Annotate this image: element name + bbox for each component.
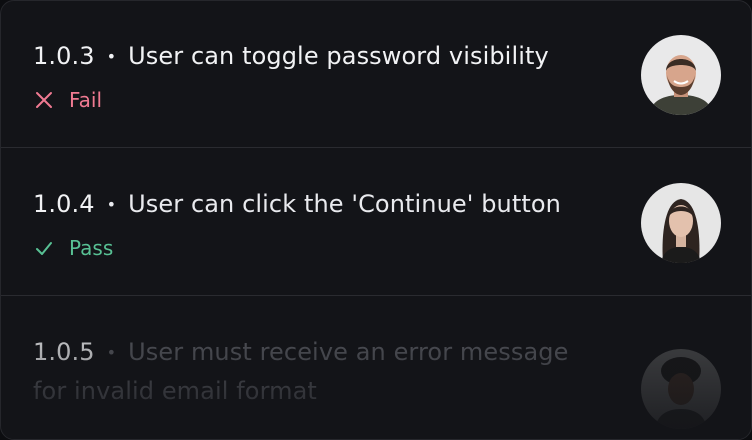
status-label: Fail	[69, 88, 103, 112]
test-name: User can click the 'Continue' button	[128, 190, 561, 218]
x-icon	[33, 89, 55, 111]
test-name: User can toggle password visibility	[128, 42, 549, 70]
status-badge: Pass	[33, 233, 113, 263]
test-row[interactable]: 1.0.3 • User can toggle password visibilit…	[1, 1, 751, 148]
test-row[interactable]: 1.0.4 • User can click the 'Continue' butt…	[1, 149, 751, 296]
test-title: 1.0.4 • User can click the 'Continue' butt…	[33, 185, 593, 224]
test-version: 1.0.3	[33, 42, 95, 70]
avatar	[641, 35, 721, 115]
separator-bullet: •	[106, 195, 117, 214]
avatar	[641, 183, 721, 263]
test-version: 1.0.5	[33, 338, 95, 366]
status-badge: Fail	[33, 85, 102, 115]
check-icon	[33, 237, 55, 259]
separator-bullet: •	[106, 47, 117, 66]
separator-bullet: •	[106, 343, 117, 362]
test-row[interactable]: 1.0.5 • User must receive an error message…	[1, 297, 751, 439]
status-label: Pass	[69, 236, 114, 260]
test-title: 1.0.5 • User must receive an error message…	[33, 333, 593, 410]
avatar	[641, 349, 721, 429]
test-version: 1.0.4	[33, 190, 95, 218]
test-results-panel: 1.0.3 • User can toggle password visibilit…	[0, 0, 752, 440]
test-title: 1.0.3 • User can toggle password visibilit…	[33, 37, 593, 76]
